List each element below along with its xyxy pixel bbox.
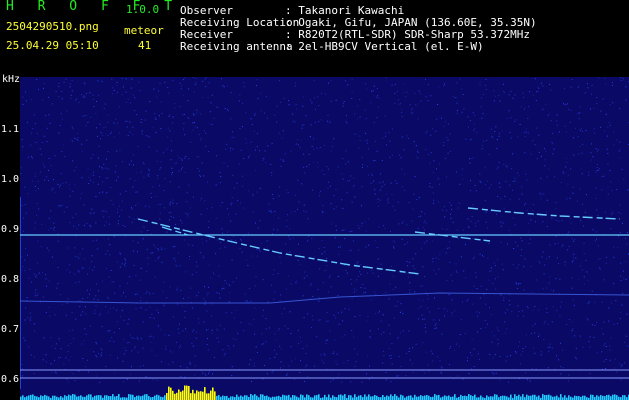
freq-tick-label: 0.6	[1, 374, 20, 385]
spectrogram-background	[20, 77, 629, 400]
antenna-value: : 2el-HB9CV Vertical (el. E-W)	[285, 40, 484, 53]
freq-tick-label: 1.1	[1, 124, 20, 135]
meteor-count: 41	[138, 39, 152, 52]
y-axis-unit: kHz	[2, 74, 21, 85]
hrofft-screen: H R O F F T 1.0.0 2504290510.png 25.04.2…	[0, 0, 629, 400]
spectrogram	[20, 77, 629, 400]
freq-tick-label: 0.7	[1, 324, 20, 335]
app-version: 1.0.0	[126, 3, 160, 16]
antenna-label: Receiving antenna	[180, 40, 293, 53]
freq-tick-label: 1.0	[1, 174, 20, 185]
freq-tick-label: 0.9	[1, 224, 20, 235]
freq-tick-label: 0.8	[1, 274, 20, 285]
capture-datetime: 25.04.29 05:10	[6, 39, 99, 52]
file-name: 2504290510.png	[6, 20, 99, 33]
meteor-label: meteor	[124, 24, 164, 37]
